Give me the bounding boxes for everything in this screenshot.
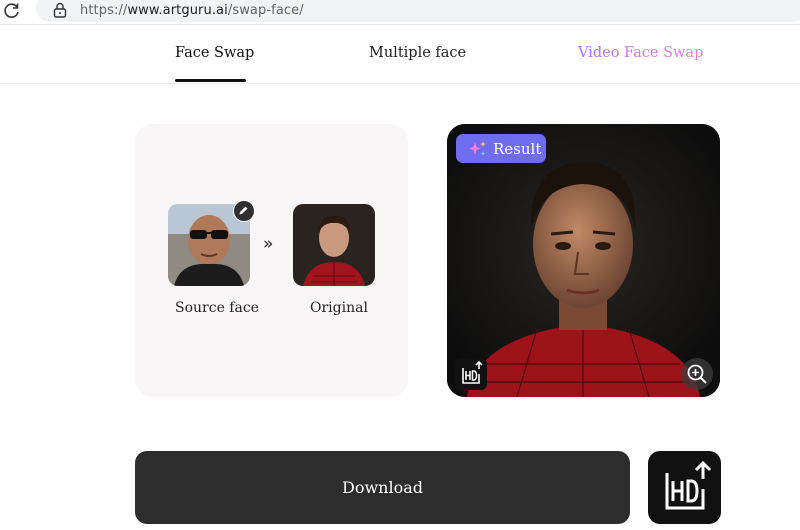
- edit-icon: [239, 206, 248, 215]
- hd-upscale-button[interactable]: [648, 451, 721, 524]
- active-tab-indicator: [175, 79, 246, 82]
- mode-tabs: Face Swap Multiple face Video Face Swap: [0, 25, 800, 84]
- swap-arrow: »: [263, 234, 274, 254]
- result-badge-label: Result: [493, 140, 542, 158]
- zoom-in-button[interactable]: [681, 358, 713, 390]
- original-label: Original: [310, 300, 368, 316]
- lock-icon[interactable]: [53, 2, 67, 18]
- tab-video-face-swap[interactable]: Video Face Swap: [578, 45, 703, 61]
- edit-source-button[interactable]: [233, 200, 255, 222]
- hd-upscale-icon: [462, 360, 483, 384]
- result-badge: Result: [456, 134, 546, 163]
- tab-face-swap[interactable]: Face Swap: [175, 45, 254, 61]
- hd-upscale-icon: [665, 460, 712, 510]
- url-field[interactable]: https://www.artguru.ai/swap-face/: [36, 0, 800, 22]
- source-face-label: Source face: [175, 300, 259, 316]
- sparkle-icon: [469, 141, 486, 156]
- zoom-in-icon: [687, 364, 707, 384]
- original-image[interactable]: [293, 204, 375, 286]
- result-image: [447, 124, 720, 397]
- hd-upscale-small-button[interactable]: [455, 358, 487, 390]
- url-text: https://www.artguru.ai/swap-face/: [80, 3, 304, 18]
- tab-multiple-face[interactable]: Multiple face: [369, 45, 466, 61]
- reload-icon[interactable]: [2, 1, 22, 21]
- input-faces-panel: » Source face Original: [135, 124, 408, 397]
- result-panel: Result: [447, 124, 720, 397]
- browser-address-bar: https://www.artguru.ai/swap-face/: [0, 0, 800, 25]
- download-button[interactable]: Download: [135, 451, 630, 524]
